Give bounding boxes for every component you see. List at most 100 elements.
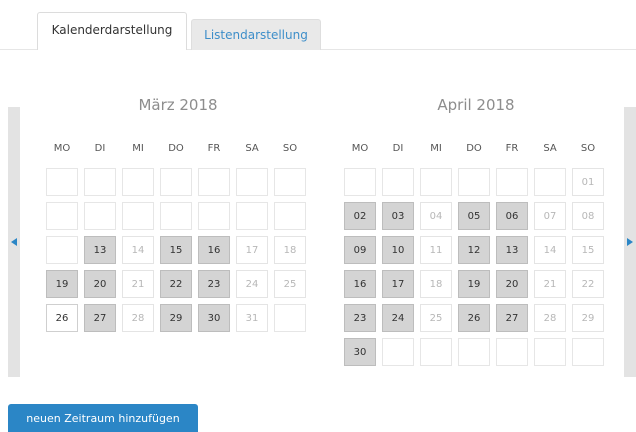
day-cell[interactable]: 25: [420, 304, 452, 332]
day-cell[interactable]: 29: [160, 304, 192, 332]
weekday-header: MO DI MI DO FR SA SO: [46, 142, 310, 156]
weekday-label: SA: [245, 143, 259, 154]
previous-month-button[interactable]: [8, 107, 20, 377]
day-cell[interactable]: 20: [84, 270, 116, 298]
day-cell[interactable]: 26: [46, 304, 78, 332]
day-cell[interactable]: 26: [458, 304, 490, 332]
day-cell[interactable]: 16: [344, 270, 376, 298]
month-title: März 2018: [138, 96, 218, 114]
day-cell[interactable]: 19: [458, 270, 490, 298]
weekday-label: SA: [543, 143, 557, 154]
day-cell[interactable]: 08: [572, 202, 604, 230]
empty-day-cell: [160, 168, 192, 196]
day-cell[interactable]: 15: [160, 236, 192, 264]
next-month-button[interactable]: [624, 107, 636, 377]
day-cell[interactable]: 23: [344, 304, 376, 332]
day-cell[interactable]: 29: [572, 304, 604, 332]
chevron-left-icon: [11, 238, 17, 246]
empty-day-cell: [496, 168, 528, 196]
weekday-header: MO DI MI DO FR SA SO: [344, 142, 608, 156]
day-cell[interactable]: 03: [382, 202, 414, 230]
day-cell[interactable]: 02: [344, 202, 376, 230]
weekday-label: MO: [351, 143, 369, 154]
month-march: März 2018 MO DI MI DO FR SA SO 13 14 15 16 17 18 19 2…: [46, 94, 310, 332]
day-cell[interactable]: 17: [236, 236, 268, 264]
empty-day-cell: [46, 202, 78, 230]
weekday-label: SO: [580, 143, 596, 154]
day-cell[interactable]: 31: [236, 304, 268, 332]
empty-day-cell: [496, 338, 528, 366]
day-cell[interactable]: 15: [572, 236, 604, 264]
empty-day-cell: [236, 168, 268, 196]
day-cell[interactable]: 14: [122, 236, 154, 264]
add-period-button[interactable]: neuen Zeitraum hinzufügen: [8, 404, 198, 432]
weekday-label: MI: [430, 143, 442, 154]
day-cell[interactable]: 14: [534, 236, 566, 264]
day-cell[interactable]: 20: [496, 270, 528, 298]
day-cell[interactable]: 28: [122, 304, 154, 332]
weekday-label: FR: [505, 143, 519, 154]
weekday-label: DO: [168, 143, 184, 154]
day-cell[interactable]: 07: [534, 202, 566, 230]
weekday-label: MI: [132, 143, 144, 154]
empty-day-cell: [122, 202, 154, 230]
day-cell[interactable]: 27: [496, 304, 528, 332]
empty-day-cell: [84, 202, 116, 230]
day-cell[interactable]: 27: [84, 304, 116, 332]
day-cell[interactable]: 11: [420, 236, 452, 264]
weekday-label: SO: [282, 143, 298, 154]
empty-day-cell: [458, 168, 490, 196]
month-title: April 2018: [437, 96, 515, 114]
empty-day-cell: [382, 168, 414, 196]
day-cell[interactable]: 24: [236, 270, 268, 298]
day-cell[interactable]: 19: [46, 270, 78, 298]
day-cell[interactable]: 21: [534, 270, 566, 298]
day-cell[interactable]: 10: [382, 236, 414, 264]
day-cell[interactable]: 21: [122, 270, 154, 298]
empty-day-cell: [84, 168, 116, 196]
day-cell[interactable]: 05: [458, 202, 490, 230]
day-cell[interactable]: 09: [344, 236, 376, 264]
weekday-label: DO: [466, 143, 482, 154]
day-cell[interactable]: 13: [496, 236, 528, 264]
day-cell[interactable]: 17: [382, 270, 414, 298]
weekday-label: DI: [392, 143, 404, 154]
day-cell[interactable]: 25: [274, 270, 306, 298]
empty-day-cell: [420, 338, 452, 366]
day-cell[interactable]: 13: [84, 236, 116, 264]
empty-day-cell: [382, 338, 414, 366]
empty-day-cell: [46, 168, 78, 196]
day-cell[interactable]: 22: [572, 270, 604, 298]
day-cell[interactable]: 30: [198, 304, 230, 332]
weekday-label: DI: [94, 143, 106, 154]
tab-list-view[interactable]: Listendarstellung: [191, 19, 321, 50]
day-cell[interactable]: 23: [198, 270, 230, 298]
day-cell[interactable]: 22: [160, 270, 192, 298]
day-cell[interactable]: 04: [420, 202, 452, 230]
empty-day-cell: [420, 168, 452, 196]
empty-day-cell: [458, 338, 490, 366]
empty-day-cell: [534, 338, 566, 366]
day-cell[interactable]: 18: [274, 236, 306, 264]
day-cell[interactable]: 24: [382, 304, 414, 332]
month-april: April 2018 MO DI MI DO FR SA SO 01 02 03 04 05 06 07…: [344, 94, 608, 366]
empty-day-cell: [534, 168, 566, 196]
empty-day-cell: [198, 168, 230, 196]
day-cell[interactable]: 06: [496, 202, 528, 230]
weekday-label: FR: [207, 143, 221, 154]
empty-day-cell: [274, 168, 306, 196]
day-cell[interactable]: 01: [572, 168, 604, 196]
empty-day-cell: [236, 202, 268, 230]
day-cell[interactable]: 30: [344, 338, 376, 366]
empty-day-cell: [198, 202, 230, 230]
empty-day-cell: [122, 168, 154, 196]
tab-calendar-view[interactable]: Kalenderdarstellung: [37, 12, 187, 50]
day-cell[interactable]: 16: [198, 236, 230, 264]
empty-day-cell: [274, 304, 306, 332]
day-cell[interactable]: 18: [420, 270, 452, 298]
empty-day-cell: [344, 168, 376, 196]
day-cell[interactable]: 12: [458, 236, 490, 264]
day-cell[interactable]: 28: [534, 304, 566, 332]
empty-day-cell: [160, 202, 192, 230]
empty-day-cell: [572, 338, 604, 366]
